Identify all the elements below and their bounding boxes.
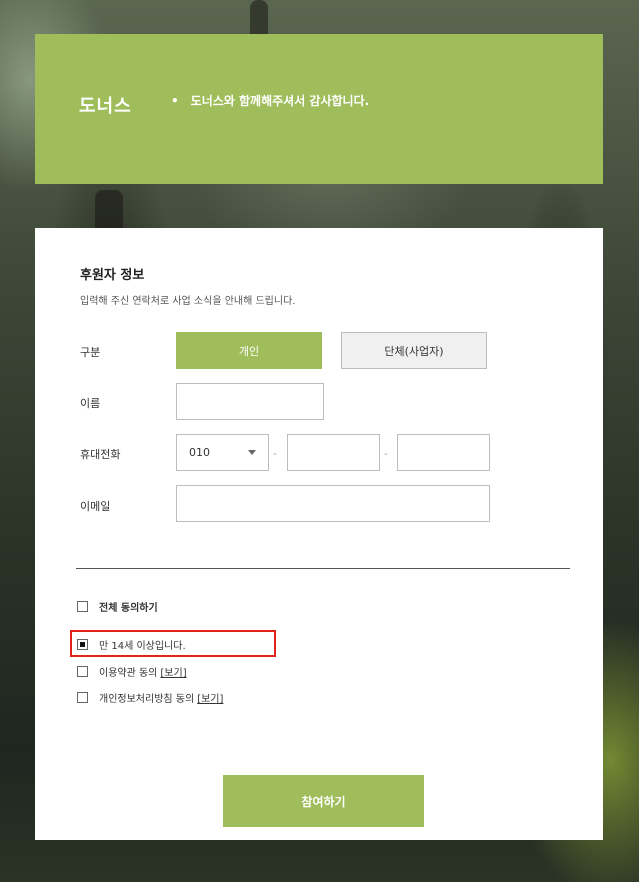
terms-agree-row[interactable]: 이용약관 동의 [보기] [77, 664, 187, 679]
email-input[interactable] [176, 485, 490, 522]
participate-button[interactable]: 참여하기 [223, 775, 424, 827]
age-confirm-row[interactable]: 만 14세 이상입니다. [77, 637, 186, 652]
checkbox-checked-icon [80, 642, 85, 647]
thanks-message: • 도너스와 함께해주셔서 감사합니다. [171, 92, 369, 109]
phone-prefix-select[interactable]: 010 [176, 434, 269, 471]
agree-all-checkbox[interactable] [77, 601, 88, 612]
section-description: 입력해 주신 연락처로 사업 소식을 안내해 드립니다. [80, 296, 296, 307]
type-label: 구분 [80, 346, 101, 359]
individual-type-button[interactable]: 개인 [176, 332, 322, 369]
phone-prefix-value: 010 [189, 446, 210, 459]
name-input[interactable] [176, 383, 324, 420]
privacy-agree-label: 개인정보처리방침 동의 [99, 694, 195, 705]
name-label: 이름 [80, 397, 101, 410]
privacy-agree-checkbox[interactable] [77, 692, 88, 703]
privacy-agree-row[interactable]: 개인정보처리방침 동의 [보기] [77, 690, 223, 705]
phone-separator: - [273, 447, 277, 460]
phone-separator: - [384, 447, 388, 460]
divider [76, 568, 570, 569]
bullet-icon: • [171, 94, 179, 108]
header-banner: 도너스 • 도너스와 함께해주셔서 감사합니다. [35, 34, 603, 184]
email-label: 이메일 [80, 500, 111, 513]
terms-agree-label: 이용약관 동의 [99, 668, 158, 679]
chevron-down-icon [248, 450, 256, 455]
privacy-view-link[interactable]: [보기] [197, 690, 223, 705]
organization-type-button[interactable]: 단체(사업자) [341, 332, 487, 369]
phone-label: 휴대전화 [80, 448, 121, 461]
terms-view-link[interactable]: [보기] [160, 664, 186, 679]
terms-agree-checkbox[interactable] [77, 666, 88, 677]
section-title: 후원자 정보 [80, 268, 145, 283]
phone-middle-input[interactable] [287, 434, 380, 471]
thanks-text: 도너스와 함께해주셔서 감사합니다. [190, 94, 370, 108]
agree-all-row[interactable]: 전체 동의하기 [77, 599, 158, 614]
brand-logo-text: 도너스 [79, 96, 132, 117]
phone-last-input[interactable] [397, 434, 490, 471]
donor-form-panel: 후원자 정보 입력해 주신 연락처로 사업 소식을 안내해 드립니다. 구분 개… [35, 228, 603, 840]
age-confirm-checkbox[interactable] [77, 639, 88, 650]
age-confirm-label: 만 14세 이상입니다. [99, 641, 186, 652]
agree-all-label: 전체 동의하기 [99, 603, 158, 614]
